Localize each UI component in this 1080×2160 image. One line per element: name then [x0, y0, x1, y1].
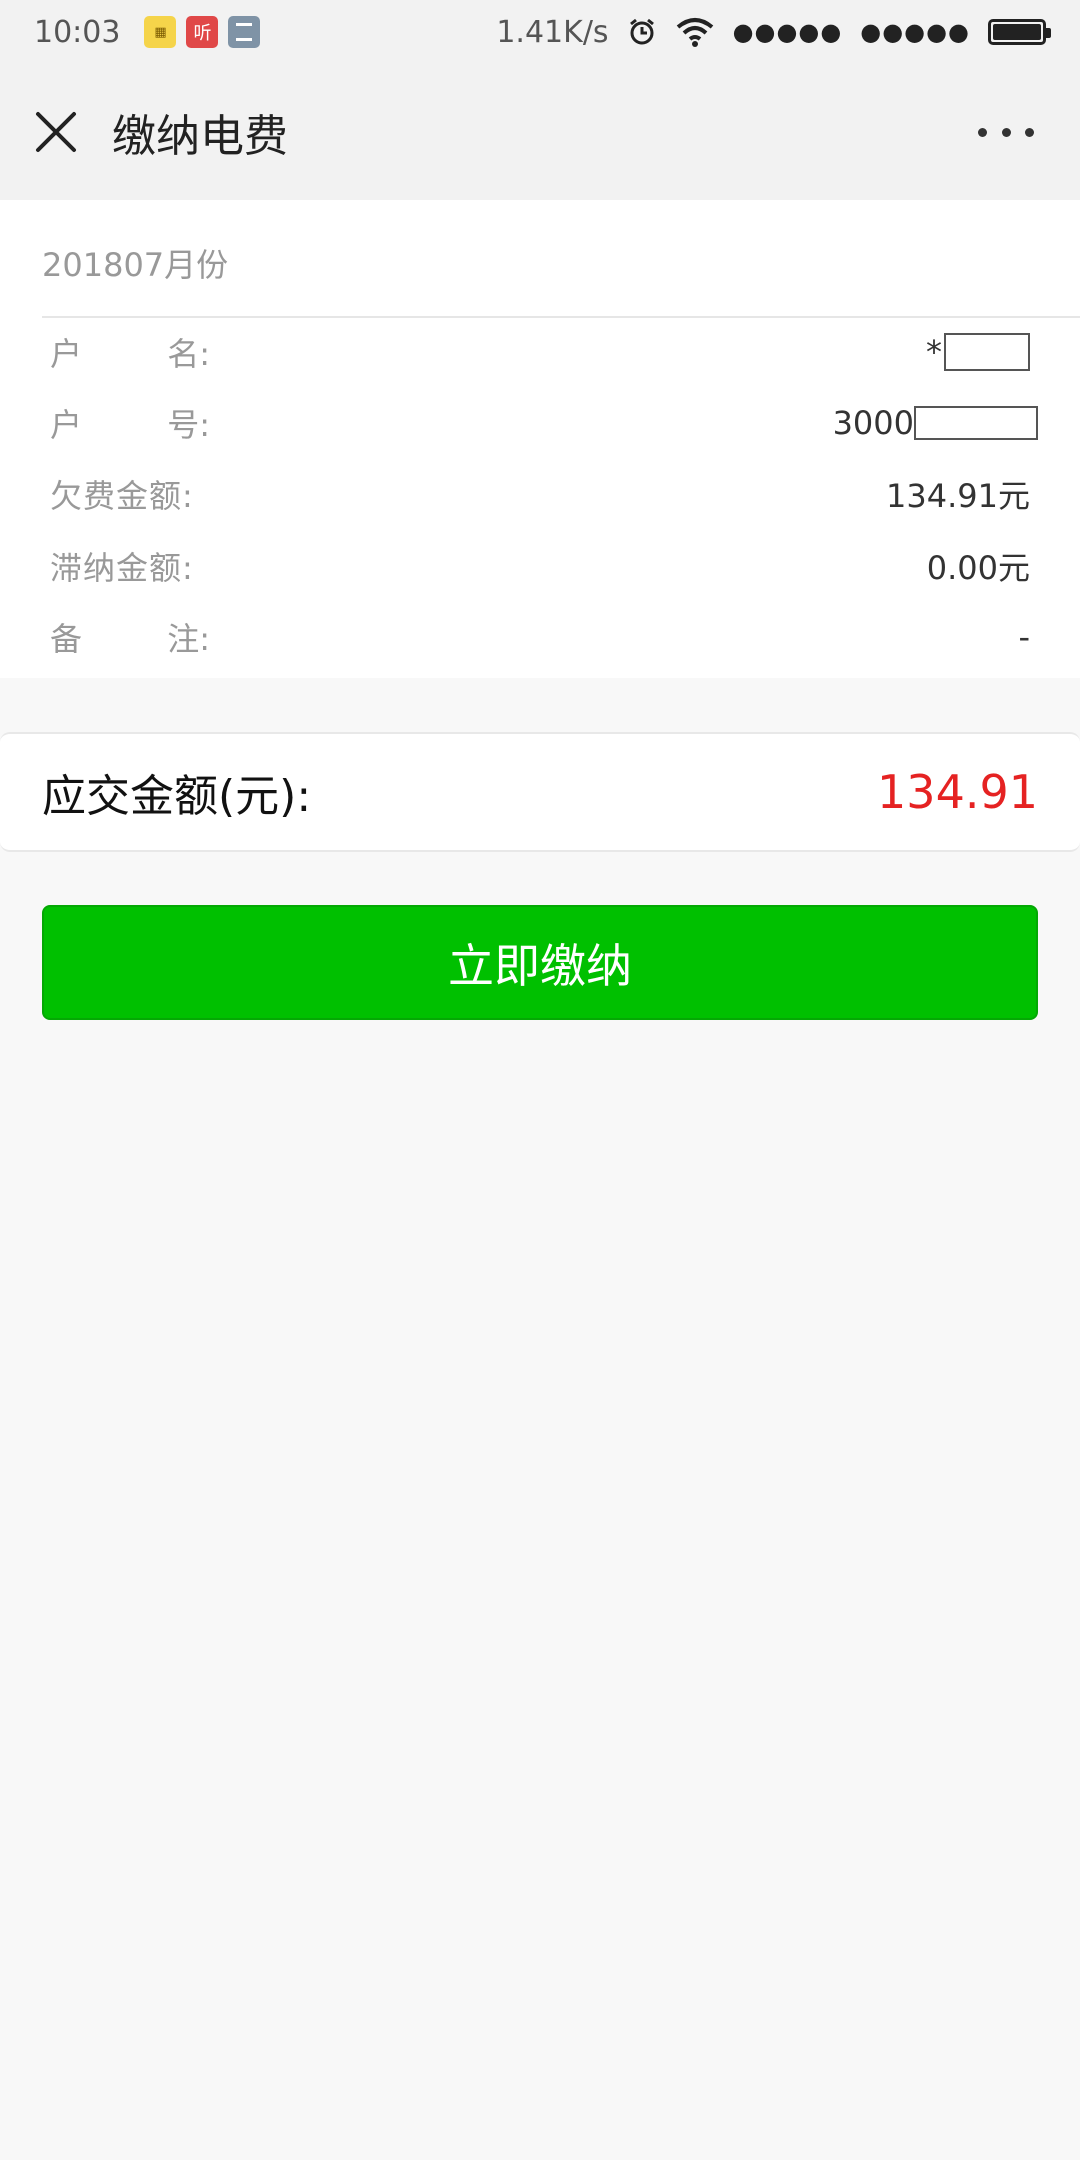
bill-card: 201807月份 户 名: * 户 号: 3000 欠费金额: 134.91元 …: [0, 200, 1080, 678]
label-char: 户: [50, 406, 83, 444]
label-char: 备: [50, 620, 83, 658]
account-number-label: 户 号:: [50, 400, 210, 446]
wifi-icon: [676, 18, 713, 47]
account-number-text: 3000: [832, 404, 914, 442]
late-fee-row: 滞纳金额: 0.00元: [50, 540, 1030, 592]
account-number-value: 3000: [833, 404, 1038, 442]
app-icon: ▦: [144, 16, 177, 48]
network-speed: 1.41K/s: [496, 14, 609, 50]
label-char: 户: [50, 335, 83, 373]
label-char: 名:: [167, 335, 210, 373]
redaction-box: [944, 333, 1030, 371]
late-fee-value: 0.00元: [926, 549, 1030, 587]
page-title: 缴纳电费: [112, 111, 288, 162]
more-options-button[interactable]: [978, 120, 1034, 144]
account-name-row: 户 名: *: [50, 326, 1030, 378]
arrears-value: 134.91元: [886, 477, 1030, 515]
arrears-row: 欠费金额: 134.91元: [50, 468, 1030, 520]
account-name-value: *: [926, 333, 1030, 371]
amount-label: 应交金额(元):: [42, 771, 312, 822]
label-char: 号:: [167, 406, 210, 444]
arrears-label: 欠费金额:: [50, 477, 194, 515]
remark-row: 备 注: -: [50, 611, 1030, 663]
remark-label: 备 注:: [50, 614, 210, 660]
battery-icon: [988, 19, 1051, 45]
label-char: 注:: [167, 620, 210, 658]
dot-icon: [978, 127, 987, 137]
signal-strength-1: ●●●●●: [732, 18, 843, 46]
alarm-icon: [629, 18, 654, 45]
signal-strength-2: ●●●●●: [860, 18, 970, 46]
remark-value: -: [1018, 618, 1030, 656]
status-time: 10:03: [34, 14, 121, 50]
divider: [42, 316, 1080, 318]
dot-icon: [1001, 127, 1011, 137]
amount-card: 应交金额(元): 134.91: [0, 732, 1080, 852]
bill-month: 201807月份: [42, 246, 229, 284]
title-bar: 缴纳电费: [0, 64, 1080, 200]
account-number-row: 户 号: 3000: [50, 397, 1038, 449]
news-icon: [228, 16, 261, 48]
amount-value: 134.91: [877, 765, 1038, 819]
status-right: 1.41K/s ●●●●● ●●●●●: [496, 14, 1051, 50]
status-bar: 10:03 ▦ 听 1.41K/s ●●●●● ●●●●●: [0, 0, 1080, 64]
account-name-text: *: [926, 333, 942, 371]
account-name-label: 户 名:: [50, 329, 210, 375]
close-icon[interactable]: [32, 108, 80, 156]
dot-icon: [1025, 127, 1034, 137]
redaction-box: [914, 406, 1038, 440]
listen-icon: 听: [186, 16, 219, 48]
pay-now-button[interactable]: 立即缴纳: [42, 905, 1038, 1020]
late-fee-label: 滞纳金额:: [50, 549, 194, 587]
